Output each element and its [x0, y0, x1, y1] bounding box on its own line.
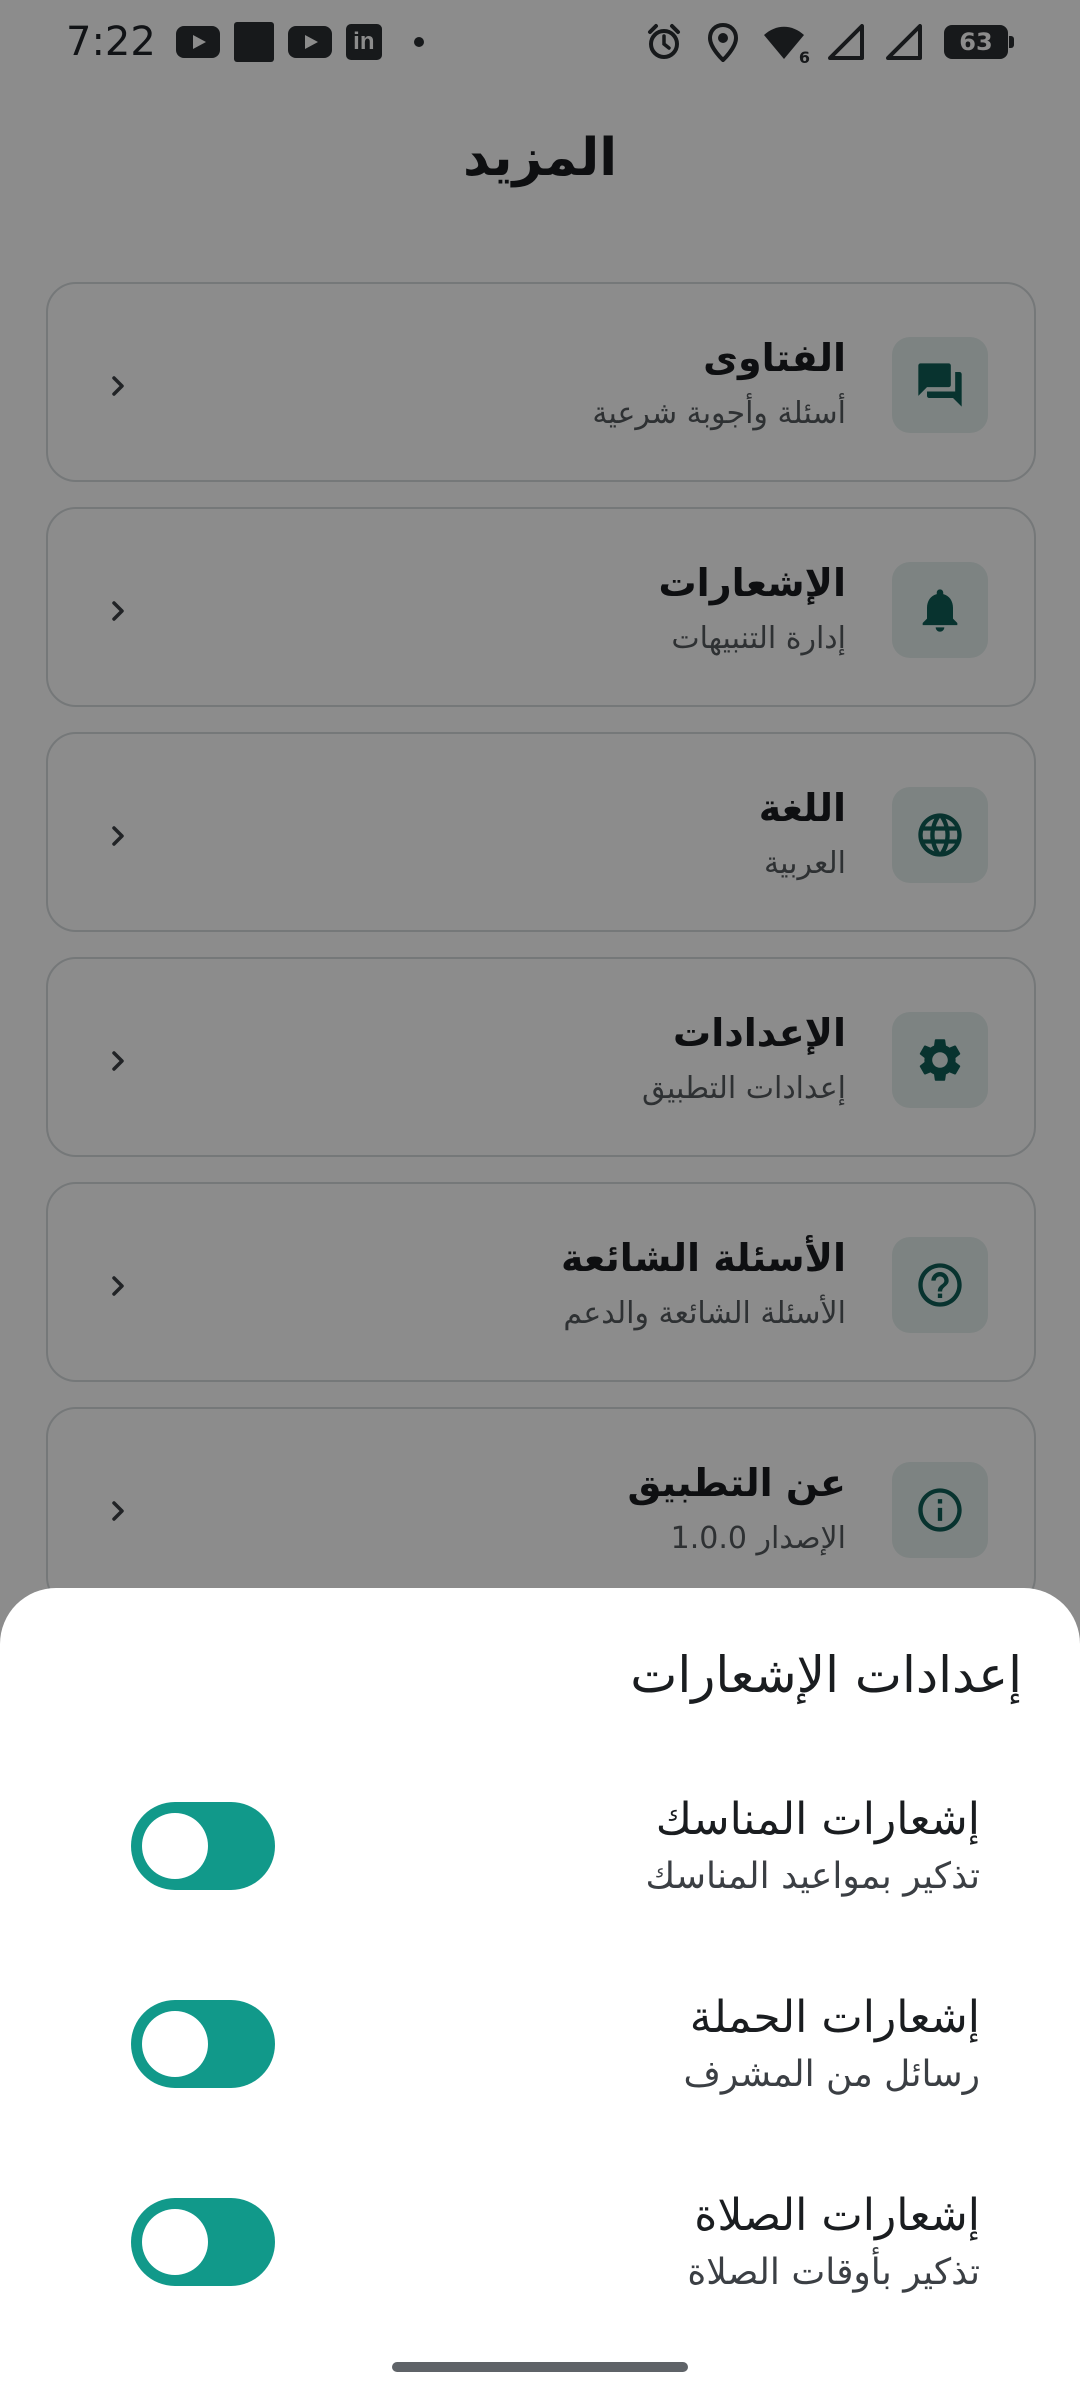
setting-subtitle: رسائل من المشرف — [683, 2054, 980, 2095]
campaign-notifications-toggle[interactable] — [131, 2000, 275, 2088]
setting-title: إشعارات المناسك — [655, 1794, 980, 1845]
home-indicator[interactable] — [392, 2362, 688, 2372]
rituals-notifications-toggle[interactable] — [131, 1802, 275, 1890]
toggle-knob — [142, 1813, 208, 1879]
setting-title: إشعارات الحملة — [689, 1992, 980, 2043]
setting-subtitle: تذكير بأوقات الصلاة — [687, 2252, 980, 2293]
prayer-notifications-toggle[interactable] — [131, 2198, 275, 2286]
sheet-title: إعدادات الإشعارات — [630, 1646, 1022, 1704]
setting-row-rituals: إشعارات المناسك تذكير بمواعيد المناسك — [0, 1788, 1080, 1928]
toggle-knob — [142, 2209, 208, 2275]
setting-row-prayer: إشعارات الصلاة تذكير بأوقات الصلاة — [0, 2184, 1080, 2324]
toggle-knob — [142, 2011, 208, 2077]
setting-subtitle: تذكير بمواعيد المناسك — [645, 1856, 980, 1897]
setting-title: إشعارات الصلاة — [694, 2190, 980, 2241]
notification-settings-sheet: إعدادات الإشعارات إشعارات المناسك تذكير … — [0, 1588, 1080, 2400]
setting-row-campaign: إشعارات الحملة رسائل من المشرف — [0, 1986, 1080, 2126]
